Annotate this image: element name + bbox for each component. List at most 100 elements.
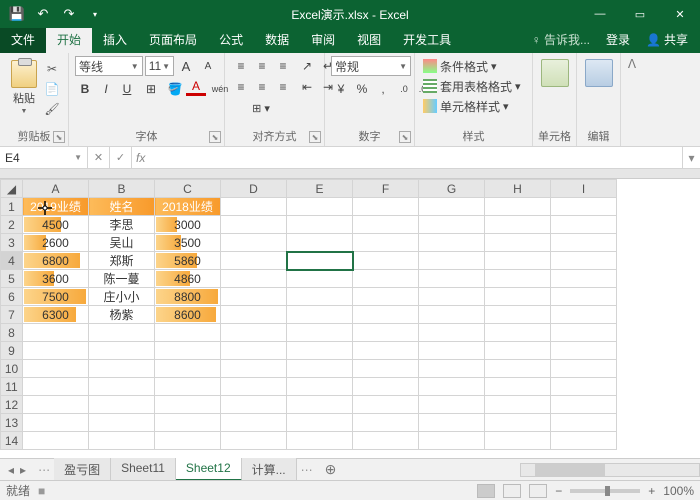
cell-C2[interactable]: 3000	[155, 216, 221, 234]
cell-G4[interactable]	[419, 252, 485, 270]
row-header-13[interactable]: 13	[1, 414, 23, 432]
row-header-6[interactable]: 6	[1, 288, 23, 306]
cell-A13[interactable]	[23, 414, 89, 432]
formula-bar[interactable]: fx	[132, 147, 682, 168]
row-header-2[interactable]: 2	[1, 216, 23, 234]
sheet-nav-next[interactable]: ▸	[20, 463, 26, 477]
font-color-button[interactable]: A	[186, 79, 206, 96]
cell-H5[interactable]	[485, 270, 551, 288]
cell-E7[interactable]	[287, 306, 353, 324]
orientation-button[interactable]: ↗	[297, 56, 317, 76]
tab-data[interactable]: 数据	[254, 26, 300, 53]
cell-B14[interactable]	[89, 432, 155, 450]
maximize-button[interactable]: ▭	[620, 0, 660, 28]
row-header-12[interactable]: 12	[1, 396, 23, 414]
cell-I4[interactable]	[551, 252, 617, 270]
cell-G14[interactable]	[419, 432, 485, 450]
cell-A8[interactable]	[23, 324, 89, 342]
tab-insert[interactable]: 插入	[92, 26, 138, 53]
cell-D8[interactable]	[221, 324, 287, 342]
cell-D10[interactable]	[221, 360, 287, 378]
share-button[interactable]: 👤共享	[640, 27, 694, 52]
font-name-combo[interactable]: 等线▼	[75, 56, 143, 76]
align-bottom-button[interactable]: ≡	[273, 56, 293, 76]
zoom-level[interactable]: 100%	[663, 484, 694, 498]
cell-I7[interactable]	[551, 306, 617, 324]
cell-H14[interactable]	[485, 432, 551, 450]
percent-button[interactable]: %	[352, 79, 372, 99]
tab-file[interactable]: 文件	[0, 26, 46, 53]
cell-B9[interactable]	[89, 342, 155, 360]
sheet-tab-Sheet12[interactable]: Sheet12	[176, 458, 242, 481]
sheet-tab-计算...[interactable]: 计算...	[242, 458, 297, 481]
cell-B1[interactable]: 姓名	[89, 198, 155, 216]
cell-G11[interactable]	[419, 378, 485, 396]
cell-E6[interactable]	[287, 288, 353, 306]
cell-E3[interactable]	[287, 234, 353, 252]
row-header-10[interactable]: 10	[1, 360, 23, 378]
align-middle-button[interactable]: ≡	[252, 56, 272, 76]
cell-H4[interactable]	[485, 252, 551, 270]
border-button[interactable]: ⊞	[141, 79, 161, 99]
cell-A6[interactable]: 7500	[23, 288, 89, 306]
cell-D4[interactable]	[221, 252, 287, 270]
tab-formulas[interactable]: 公式	[208, 26, 254, 53]
cell-B7[interactable]: 杨紫	[89, 306, 155, 324]
cell-G8[interactable]	[419, 324, 485, 342]
cell-E11[interactable]	[287, 378, 353, 396]
add-sheet-button[interactable]: ⊕	[317, 458, 345, 481]
increase-decimal-button[interactable]: .0	[394, 79, 414, 99]
expand-formula-bar-button[interactable]: ▾	[682, 147, 700, 168]
scrollbar-thumb[interactable]	[535, 464, 605, 476]
macro-record-button[interactable]: ■	[38, 484, 45, 498]
sheet-tab-盈亏图[interactable]: 盈亏图	[54, 458, 111, 481]
normal-view-button[interactable]	[477, 484, 495, 498]
comma-button[interactable]: ,	[373, 79, 393, 99]
cell-A2[interactable]: 4500	[23, 216, 89, 234]
cell-I8[interactable]	[551, 324, 617, 342]
cell-I9[interactable]	[551, 342, 617, 360]
cell-A5[interactable]: 3600	[23, 270, 89, 288]
col-header-E[interactable]: E	[287, 180, 353, 198]
cell-F6[interactable]	[353, 288, 419, 306]
cell-A10[interactable]	[23, 360, 89, 378]
cell-A7[interactable]: 6300	[23, 306, 89, 324]
decrease-indent-button[interactable]: ⇤	[297, 77, 317, 97]
cell-E14[interactable]	[287, 432, 353, 450]
cell-I11[interactable]	[551, 378, 617, 396]
row-header-3[interactable]: 3	[1, 234, 23, 252]
cell-D14[interactable]	[221, 432, 287, 450]
font-dialog-launcher[interactable]: ⬊	[209, 131, 221, 143]
number-format-combo[interactable]: 常规▼	[331, 56, 411, 76]
login-button[interactable]: 登录	[598, 26, 638, 53]
name-box[interactable]: E4▼	[0, 147, 88, 168]
col-header-I[interactable]: I	[551, 180, 617, 198]
underline-button[interactable]: U	[117, 79, 137, 99]
cell-I2[interactable]	[551, 216, 617, 234]
row-header-5[interactable]: 5	[1, 270, 23, 288]
align-left-button[interactable]: ≡	[231, 77, 251, 97]
sheet-tab-Sheet11[interactable]: Sheet11	[111, 458, 176, 481]
cell-F10[interactable]	[353, 360, 419, 378]
cell-E1[interactable]	[287, 198, 353, 216]
cell-F5[interactable]	[353, 270, 419, 288]
cell-D11[interactable]	[221, 378, 287, 396]
select-all-cell[interactable]: ◢	[1, 180, 23, 198]
cell-A9[interactable]	[23, 342, 89, 360]
editing-icon[interactable]	[585, 59, 613, 87]
zoom-in-button[interactable]: +	[648, 484, 655, 498]
cell-B11[interactable]	[89, 378, 155, 396]
tab-home[interactable]: 开始	[46, 26, 92, 53]
cell-D3[interactable]	[221, 234, 287, 252]
col-header-D[interactable]: D	[221, 180, 287, 198]
cell-A12[interactable]	[23, 396, 89, 414]
row-header-1[interactable]: 1	[1, 198, 23, 216]
cell-I6[interactable]	[551, 288, 617, 306]
cell-I10[interactable]	[551, 360, 617, 378]
number-dialog-launcher[interactable]: ⬊	[399, 131, 411, 143]
col-header-C[interactable]: C	[155, 180, 221, 198]
cell-D2[interactable]	[221, 216, 287, 234]
row-header-7[interactable]: 7	[1, 306, 23, 324]
format-as-table-button[interactable]: 套用表格格式 ▾	[421, 76, 526, 96]
cell-I3[interactable]	[551, 234, 617, 252]
